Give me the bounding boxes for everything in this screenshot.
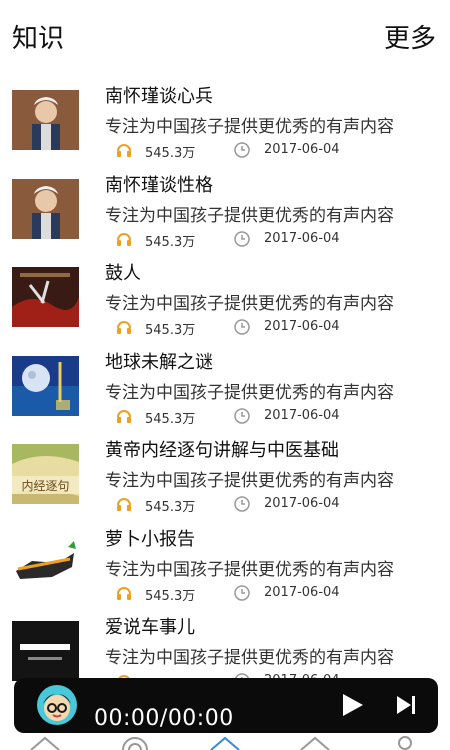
- play-count: 545.3万: [145, 588, 196, 604]
- clock-icon: [233, 141, 251, 159]
- clock-icon: [233, 407, 251, 425]
- cover-image: [12, 621, 79, 681]
- list-item[interactable]: 鼓人 专注为中国孩子提供更优秀的有声内容 545.3万 2017-06-04: [0, 257, 450, 346]
- list-item[interactable]: 南怀瑾谈性格 专注为中国孩子提供更优秀的有声内容 545.3万 2017-06-…: [0, 169, 450, 258]
- clock-icon: [233, 495, 251, 513]
- tab-listen[interactable]: [115, 734, 155, 750]
- item-description: 专注为中国孩子提供更优秀的有声内容: [105, 294, 394, 314]
- item-title: 黄帝内经逐句讲解与中医基础: [105, 440, 339, 461]
- content-list: 南怀瑾谈心兵 专注为中国孩子提供更优秀的有声内容 545.3万 2017-06-…: [0, 80, 450, 700]
- list-item[interactable]: 内经逐句 黄帝内经逐句讲解与中医基础 专注为中国孩子提供更优秀的有声内容 545…: [0, 434, 450, 523]
- tab-home[interactable]: [25, 734, 65, 750]
- item-description: 专注为中国孩子提供更优秀的有声内容: [105, 648, 394, 668]
- player-avatar[interactable]: [36, 684, 78, 726]
- item-description: 专注为中国孩子提供更优秀的有声内容: [105, 559, 394, 580]
- svg-text:内经逐句: 内经逐句: [21, 479, 69, 493]
- header: 知识 更多: [0, 0, 450, 72]
- clock-icon: [233, 584, 251, 602]
- publish-date: 2017-06-04: [264, 407, 340, 423]
- publish-date: 2017-06-04: [264, 496, 340, 511]
- play-count: 545.3万: [145, 411, 196, 427]
- publish-date: 2017-06-04: [264, 319, 340, 334]
- cover-image: 内经逐句: [12, 444, 79, 504]
- mini-player[interactable]: 00:00/00:00: [14, 678, 438, 733]
- publish-date: 2017-06-04: [264, 230, 340, 246]
- headphones-icon: [115, 584, 133, 602]
- list-item[interactable]: 南怀瑾谈心兵 专注为中国孩子提供更优秀的有声内容 545.3万 2017-06-…: [0, 80, 450, 169]
- clock-icon: [233, 318, 251, 336]
- item-title: 鼓人: [105, 263, 141, 284]
- item-title: 南怀瑾谈心兵: [105, 86, 213, 107]
- item-title: 萝卜小报告: [105, 528, 195, 550]
- cover-image: [12, 178, 79, 239]
- item-description: 专注为中国孩子提供更优秀的有声内容: [105, 471, 394, 491]
- play-count: 545.3万: [145, 323, 196, 338]
- item-description: 专注为中国孩子提供更优秀的有声内容: [105, 205, 394, 226]
- bottom-tab-bar: [0, 734, 450, 750]
- tab-profile[interactable]: [385, 734, 425, 750]
- item-title: 地球未解之谜: [105, 351, 213, 373]
- publish-date: 2017-06-04: [264, 584, 340, 600]
- list-item[interactable]: 萝卜小报告 专注为中国孩子提供更优秀的有声内容 545.3万 2017-06-0…: [0, 523, 450, 612]
- list-item[interactable]: 地球未解之谜 专注为中国孩子提供更优秀的有声内容 545.3万 2017-06-…: [0, 346, 450, 435]
- item-title: 南怀瑾谈性格: [105, 174, 213, 196]
- tab-knowledge[interactable]: [205, 734, 245, 750]
- page-title: 知识: [12, 24, 65, 54]
- play-count: 545.3万: [145, 500, 196, 515]
- cover-image: [12, 355, 79, 416]
- clock-icon: [233, 230, 251, 248]
- more-button[interactable]: 更多: [384, 18, 436, 55]
- headphones-icon: [115, 141, 133, 159]
- publish-date: 2017-06-04: [264, 142, 340, 157]
- cover-image: [12, 90, 79, 150]
- item-description: 专注为中国孩子提供更优秀的有声内容: [105, 117, 394, 137]
- play-count: 545.3万: [145, 234, 196, 250]
- play-icon[interactable]: [339, 692, 365, 718]
- tab-discover[interactable]: [295, 734, 335, 750]
- cover-image: [12, 532, 79, 593]
- next-track-icon[interactable]: [394, 693, 418, 717]
- item-description: 专注为中国孩子提供更优秀的有声内容: [105, 382, 394, 403]
- headphones-icon: [115, 495, 133, 513]
- playback-time: 00:00/00:00: [94, 706, 234, 731]
- item-title: 爱说车事儿: [105, 617, 195, 638]
- headphones-icon: [115, 407, 133, 425]
- cover-image: [12, 267, 79, 327]
- headphones-icon: [115, 230, 133, 248]
- headphones-icon: [115, 318, 133, 336]
- play-count: 545.3万: [145, 146, 196, 161]
